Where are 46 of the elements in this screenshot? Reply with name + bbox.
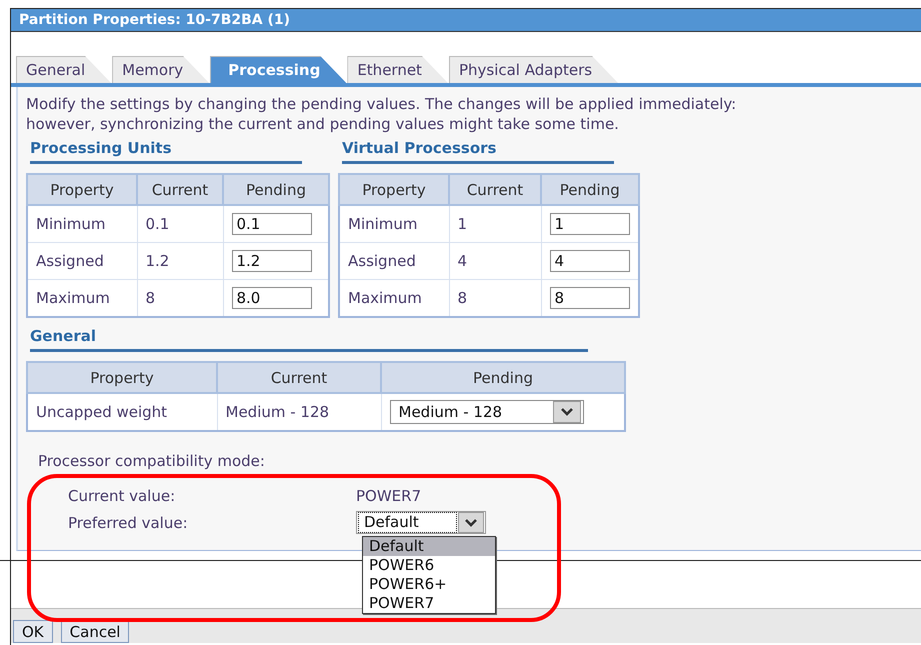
column-header: Pending — [223, 174, 329, 205]
column-header: Property — [27, 362, 217, 393]
column-header: Pending — [541, 174, 638, 205]
field-value: POWER7 — [356, 486, 422, 504]
column-header: Current — [137, 174, 223, 205]
tab[interactable]: General — [16, 56, 112, 83]
field-label: Current value: — [68, 486, 176, 504]
dialog-button[interactable]: OK — [13, 620, 53, 643]
table-cell: Assigned — [27, 242, 137, 280]
description-text: Modify the settings by changing the pending values. The changes will be applied immediately: however, synchronizing the current and pending values might take some time. — [26, 94, 738, 134]
dropdown-option[interactable]: Default — [363, 537, 495, 556]
dialog-button[interactable]: Cancel — [60, 620, 130, 643]
table-cell: 0.1 — [137, 205, 223, 242]
tab[interactable]: Ethernet — [347, 56, 448, 83]
column-header: Current — [217, 362, 381, 393]
window-title: Partition Properties: 10-7B2BA (1) — [19, 12, 290, 28]
chevron-down-icon — [552, 401, 580, 423]
dropdown[interactable]: Medium - 128 — [390, 400, 584, 424]
section-heading: General — [30, 327, 96, 345]
input-field[interactable]: 1 — [550, 213, 630, 235]
field-label: Preferred value: — [68, 514, 189, 532]
section-heading: Processing Units — [30, 139, 172, 157]
dropdown[interactable]: Default — [356, 511, 486, 534]
tab[interactable]: Physical Adapters — [448, 56, 618, 83]
table-cell: Assigned — [339, 242, 449, 280]
tab[interactable]: Memory — [112, 56, 210, 83]
table-cell: 1.2 — [137, 242, 223, 280]
column-header: Pending — [381, 362, 625, 393]
input-field[interactable]: 4 — [550, 250, 630, 272]
input-field[interactable]: 1.2 — [232, 250, 312, 272]
table-cell: Minimum — [27, 205, 137, 242]
section-label: Processor compatibility mode: — [38, 452, 266, 470]
column-header: Property — [339, 174, 449, 205]
dropdown-option[interactable]: POWER6 — [363, 556, 495, 575]
dropdown-option[interactable]: POWER7 — [363, 594, 495, 613]
column-header: Current — [449, 174, 541, 205]
table-cell: 4 — [449, 242, 541, 280]
dropdown-option[interactable]: POWER6+ — [363, 575, 495, 594]
table-cell: Minimum — [339, 205, 449, 242]
table-cell: 1 — [449, 205, 541, 242]
column-header: Property — [27, 174, 137, 205]
section-heading: Virtual Processors — [342, 139, 496, 157]
input-field[interactable]: 0.1 — [232, 213, 312, 235]
chevron-down-icon — [458, 512, 484, 533]
input-field[interactable]: 8.0 — [232, 287, 312, 309]
input-field[interactable]: 8 — [550, 287, 630, 309]
